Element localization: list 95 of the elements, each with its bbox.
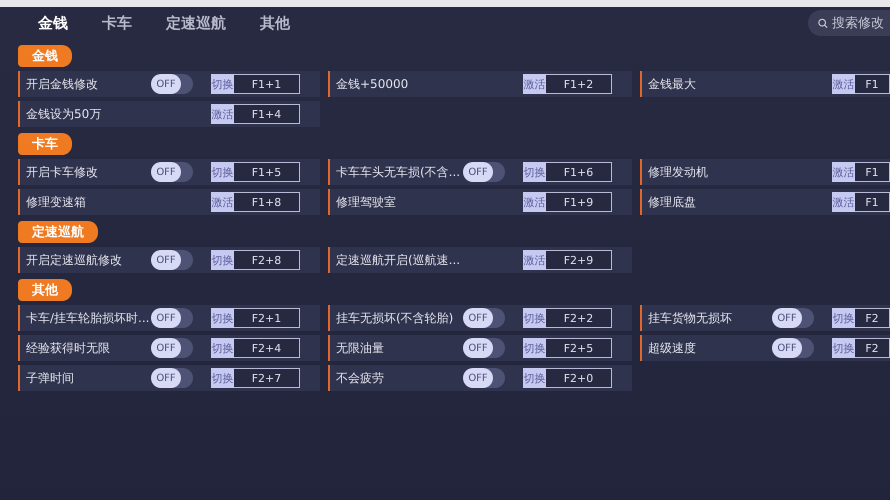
toggle-switch[interactable]: OFF xyxy=(463,162,505,182)
mode-tag: 激活 xyxy=(832,192,855,212)
toggle-label: OFF xyxy=(772,338,802,358)
mode-tag: 切换 xyxy=(211,338,234,358)
toggle-switch[interactable]: OFF xyxy=(151,308,193,328)
mode-tag: 切换 xyxy=(832,308,855,328)
hotkey-field[interactable]: F1+9 xyxy=(546,192,612,212)
hotkey-field[interactable]: F1+8 xyxy=(234,192,300,212)
toggle-switch[interactable]: OFF xyxy=(151,338,193,358)
mode-tag: 切换 xyxy=(211,74,234,94)
toggle-switch[interactable]: OFF xyxy=(151,74,193,94)
cheat-label: 修理驾驶室 xyxy=(336,194,397,210)
section-badge: 金钱 xyxy=(18,45,72,67)
toggle-switch[interactable]: OFF xyxy=(772,338,814,358)
toggle-label: OFF xyxy=(463,308,493,328)
cheat-label: 超级速度 xyxy=(648,340,697,356)
cheat-label: 子弹时间 xyxy=(26,370,75,386)
mode-tag: 激活 xyxy=(832,162,855,182)
hotkey-field[interactable]: F2 xyxy=(855,308,890,328)
hotkey-field[interactable]: F1 xyxy=(855,162,890,182)
mode-tag: 切换 xyxy=(211,162,234,182)
mode-tag: 切换 xyxy=(211,308,234,328)
hotkey-field[interactable]: F2+5 xyxy=(546,338,612,358)
mode-tag: 激活 xyxy=(211,104,234,124)
hotkey-field[interactable]: F1+4 xyxy=(234,104,300,124)
cheat-label: 挂车货物无损坏 xyxy=(648,310,733,326)
hotkey-field[interactable]: F1+6 xyxy=(546,162,612,182)
toggle-label: OFF xyxy=(151,162,181,182)
mode-tag: 切换 xyxy=(211,368,234,388)
mode-tag: 激活 xyxy=(211,192,234,212)
toggle-label: OFF xyxy=(151,74,181,94)
cheat-label: 开启卡车修改 xyxy=(26,164,99,180)
cheat-label: 金钱设为50万 xyxy=(26,106,102,122)
toggle-label: OFF xyxy=(463,338,493,358)
cheat-label: 挂车无损坏(不含轮胎) xyxy=(336,310,454,326)
toggle-label: OFF xyxy=(151,368,181,388)
hotkey-field[interactable]: F1 xyxy=(855,192,890,212)
section-badge: 其他 xyxy=(18,279,72,301)
hotkey-field[interactable]: F2+0 xyxy=(546,368,612,388)
cheat-label: 开启定速巡航修改 xyxy=(26,252,123,268)
mode-tag: 激活 xyxy=(523,74,546,94)
cheat-label: 卡车车头无车损(不含... xyxy=(336,164,462,180)
toggle-label: OFF xyxy=(463,162,493,182)
cheat-label: 卡车/挂车轮胎损坏时... xyxy=(26,310,150,326)
cheat-label: 修理变速箱 xyxy=(26,194,87,210)
hotkey-field[interactable]: F2+7 xyxy=(234,368,300,388)
toggle-label: OFF xyxy=(151,308,181,328)
nav-tab[interactable]: 其他 xyxy=(250,14,300,32)
mode-tag: 激活 xyxy=(832,74,855,94)
hotkey-field[interactable]: F1+5 xyxy=(234,162,300,182)
hotkey-field[interactable]: F2+9 xyxy=(546,250,612,270)
section-badge: 卡车 xyxy=(18,133,72,155)
section-badge: 定速巡航 xyxy=(18,221,98,243)
cheat-label: 定速巡航开启(巡航速... xyxy=(336,252,462,268)
toggle-switch[interactable]: OFF xyxy=(772,308,814,328)
toggle-label: OFF xyxy=(463,368,493,388)
hotkey-field[interactable]: F2+2 xyxy=(546,308,612,328)
toggle-switch[interactable]: OFF xyxy=(151,250,193,270)
search-icon xyxy=(818,18,828,28)
search-bar[interactable]: 搜索修改 xyxy=(808,10,890,36)
toggle-switch[interactable]: OFF xyxy=(151,162,193,182)
mode-tag: 切换 xyxy=(523,162,546,182)
toggle-switch[interactable]: OFF xyxy=(463,308,505,328)
mode-tag: 切换 xyxy=(523,308,546,328)
hotkey-field[interactable]: F1 xyxy=(855,74,890,94)
toggle-label: OFF xyxy=(151,250,181,270)
cheat-label: 修理发动机 xyxy=(648,164,709,180)
mode-tag: 切换 xyxy=(211,250,234,270)
mode-tag: 切换 xyxy=(523,338,546,358)
hotkey-field[interactable]: F2 xyxy=(855,338,890,358)
mode-tag: 切换 xyxy=(523,368,546,388)
mode-tag: 激活 xyxy=(523,192,546,212)
nav-tab[interactable]: 金钱 xyxy=(28,14,78,32)
hotkey-field[interactable]: F1+2 xyxy=(546,74,612,94)
toggle-label: OFF xyxy=(151,338,181,358)
toggle-switch[interactable]: OFF xyxy=(151,368,193,388)
search-field[interactable]: 搜索修改 xyxy=(832,16,890,30)
cheat-label: 不会疲劳 xyxy=(336,370,385,386)
mode-tag: 激活 xyxy=(523,250,546,270)
cheat-label: 开启金钱修改 xyxy=(26,76,99,92)
mode-tag: 切换 xyxy=(832,338,855,358)
cheat-label: 金钱+50000 xyxy=(336,76,410,92)
nav-tab[interactable]: 定速巡航 xyxy=(156,14,236,32)
hotkey-field[interactable]: F2+4 xyxy=(234,338,300,358)
hotkey-field[interactable]: F2+1 xyxy=(234,308,300,328)
hotkey-field[interactable]: F1+1 xyxy=(234,74,300,94)
toggle-switch[interactable]: OFF xyxy=(463,338,505,358)
cheat-label: 金钱最大 xyxy=(648,76,697,92)
hotkey-field[interactable]: F2+8 xyxy=(234,250,300,270)
cheat-label: 修理底盘 xyxy=(648,194,697,210)
cheat-label: 经验获得时无限 xyxy=(26,340,111,356)
toggle-switch[interactable]: OFF xyxy=(463,368,505,388)
cheat-label: 无限油量 xyxy=(336,340,385,356)
nav-tab[interactable]: 卡车 xyxy=(92,14,142,32)
toggle-label: OFF xyxy=(772,308,802,328)
